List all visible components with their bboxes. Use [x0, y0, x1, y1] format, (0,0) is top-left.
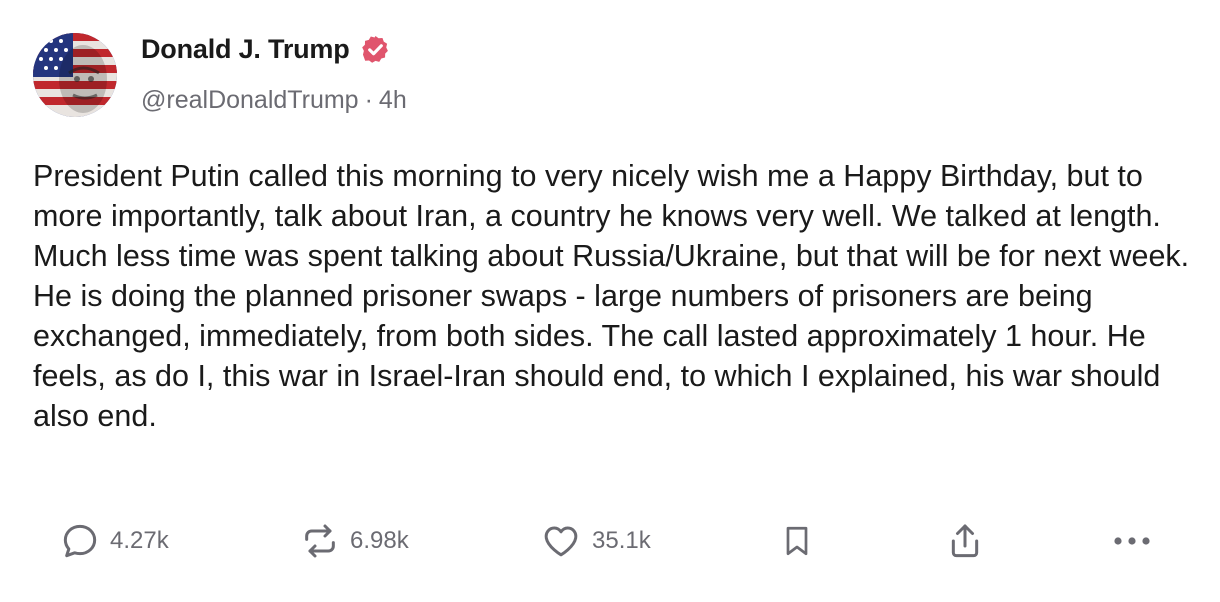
bookmark-icon	[786, 526, 808, 556]
post-card: Donald J. Trump @realDonaldTrump · 4h Pres…	[0, 0, 1220, 602]
avatar-image	[33, 33, 117, 117]
meta-separator: ·	[364, 86, 373, 114]
post-timestamp[interactable]: 4h	[379, 86, 407, 114]
author-meta: @realDonaldTrump · 4h	[141, 86, 407, 115]
action-bar: 4.27k 6.98k 35.1k	[0, 514, 1220, 568]
author-display-name[interactable]: Donald J. Trump	[141, 34, 350, 65]
like-count: 35.1k	[592, 527, 651, 554]
reply-count: 4.27k	[110, 527, 169, 554]
avatar[interactable]	[33, 33, 117, 117]
post-text: President Putin called this morning to v…	[33, 159, 1190, 433]
more-icon	[1114, 537, 1150, 545]
repost-button[interactable]: 6.98k	[300, 514, 409, 568]
author-name-row: Donald J. Trump	[141, 34, 391, 65]
like-button[interactable]: 35.1k	[540, 514, 651, 568]
repost-count: 6.98k	[350, 527, 409, 554]
comment-icon	[63, 524, 97, 558]
bookmark-button[interactable]	[779, 514, 815, 568]
heart-icon	[544, 526, 578, 557]
share-icon	[951, 524, 979, 558]
share-button[interactable]	[945, 514, 985, 568]
author-handle[interactable]: @realDonaldTrump	[141, 86, 359, 114]
reply-button[interactable]: 4.27k	[60, 514, 169, 568]
repost-icon	[305, 524, 335, 558]
more-button[interactable]	[1110, 514, 1154, 568]
verified-badge-icon	[361, 35, 388, 63]
